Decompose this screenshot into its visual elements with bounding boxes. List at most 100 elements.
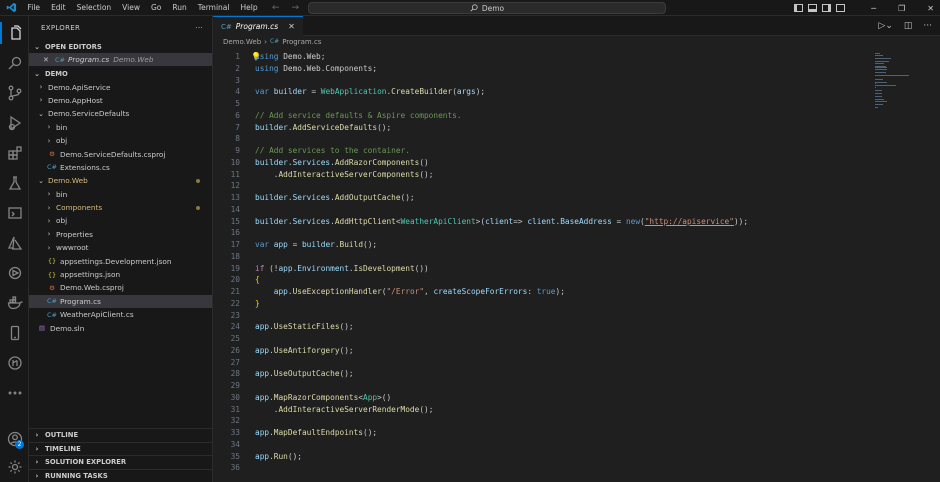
code-token: Demo.Web bbox=[283, 52, 321, 61]
folder-item[interactable]: › bin bbox=[29, 188, 212, 201]
toggle-primary-sidebar-icon[interactable] bbox=[794, 4, 803, 12]
chevron-down-icon: ⌄ bbox=[38, 109, 44, 118]
code-token: ()) bbox=[414, 263, 429, 273]
file-item[interactable]: C# Extensions.cs bbox=[29, 161, 212, 174]
mobile-device-icon[interactable] bbox=[0, 322, 29, 344]
search-icon[interactable] bbox=[0, 52, 29, 74]
folder-item[interactable]: › obj bbox=[29, 214, 212, 227]
breadcrumb: Demo.Web › C# Program.cs bbox=[213, 36, 940, 47]
line-content: builder.AddServiceDefaults(); bbox=[240, 122, 391, 134]
file-item[interactable]: ⚙ Demo.ServiceDefaults.csproj bbox=[29, 147, 212, 160]
forward-arrow-icon[interactable]: → bbox=[292, 3, 300, 13]
run-debug-dropdown-icon[interactable]: ▷⌄ bbox=[878, 21, 892, 31]
project-file-icon: ⚙ bbox=[49, 283, 55, 292]
extensions-icon[interactable] bbox=[0, 142, 29, 164]
breadcrumb-item[interactable]: Program.cs bbox=[282, 38, 321, 46]
line-number: 21 bbox=[230, 287, 240, 296]
file-item[interactable]: ⚙ Demo.Web.csproj bbox=[29, 281, 212, 294]
code-token: = bbox=[306, 87, 321, 97]
open-editors-header[interactable]: ⌄ OPEN EDITORS bbox=[29, 40, 212, 53]
menu-go[interactable]: Go bbox=[145, 0, 166, 16]
file-item[interactable]: {} appsettings.Development.json bbox=[29, 254, 212, 267]
code-editor[interactable]: 1 using Demo.Web; 2 using Demo.Web.Componen… bbox=[213, 51, 873, 474]
code-token: } bbox=[255, 298, 260, 308]
source-control-icon[interactable] bbox=[0, 82, 29, 104]
close-tab-icon[interactable]: ✕ bbox=[288, 22, 295, 31]
menu-help[interactable]: Help bbox=[235, 0, 263, 16]
explorer-icon[interactable] bbox=[0, 22, 29, 44]
more-actions-icon[interactable]: ··· bbox=[195, 24, 203, 32]
folder-item[interactable]: ⌄ Demo.ServiceDefaults bbox=[29, 107, 212, 120]
folder-item[interactable]: › Properties bbox=[29, 228, 212, 241]
folder-item[interactable]: › wwwroot bbox=[29, 241, 212, 254]
menu-terminal[interactable]: Terminal bbox=[192, 0, 235, 16]
folder-item[interactable]: › Demo.ApiService bbox=[29, 80, 212, 93]
menu-file[interactable]: File bbox=[22, 0, 46, 16]
line-content: .AddInteractiveServerComponents(); bbox=[240, 169, 434, 181]
restore-icon[interactable]: ❐ bbox=[898, 4, 905, 13]
command-center[interactable]: Demo bbox=[308, 2, 666, 14]
docker-icon[interactable] bbox=[0, 292, 29, 314]
file-item[interactable]: C# WeatherApiClient.cs bbox=[29, 308, 212, 321]
code-line: 26 app.UseAntiforgery(); bbox=[213, 345, 873, 357]
minimap-line bbox=[875, 81, 887, 83]
manage-gear-icon[interactable] bbox=[0, 456, 29, 478]
folder-item[interactable]: ⌄ Demo.Web bbox=[29, 174, 212, 187]
section-running-tasks[interactable]: › RUNNING TASKS bbox=[29, 468, 213, 482]
search-icon bbox=[470, 4, 478, 12]
close-window-icon[interactable]: ✕ bbox=[927, 4, 934, 13]
line-number: 16 bbox=[230, 228, 240, 238]
more-editor-actions-icon[interactable]: ··· bbox=[923, 21, 932, 31]
menu-view[interactable]: View bbox=[117, 0, 146, 16]
git-graph-icon[interactable] bbox=[0, 352, 29, 374]
close-icon[interactable]: ✕ bbox=[43, 56, 53, 64]
customize-layout-icon[interactable] bbox=[836, 4, 845, 12]
file-item[interactable]: C# Program.cs bbox=[29, 294, 212, 309]
testing-icon[interactable] bbox=[0, 172, 29, 194]
split-editor-icon[interactable]: ◫ bbox=[904, 21, 913, 31]
folder-item[interactable]: › obj bbox=[29, 134, 212, 147]
section-timeline[interactable]: › TIMELINE bbox=[29, 441, 213, 456]
toggle-panel-icon[interactable] bbox=[808, 4, 817, 12]
minimap[interactable] bbox=[873, 51, 933, 111]
github-actions-icon[interactable] bbox=[0, 262, 29, 284]
run-and-debug-icon[interactable] bbox=[0, 112, 29, 134]
code-token: AddServiceDefaults bbox=[292, 122, 378, 132]
remote-explorer-icon[interactable] bbox=[0, 202, 29, 224]
workspace-header[interactable]: ⌄ DEMO bbox=[29, 67, 212, 80]
json-file-icon: {} bbox=[47, 257, 57, 266]
folder-item[interactable]: › Demo.AppHost bbox=[29, 94, 212, 107]
file-item[interactable]: ▤ Demo.sln bbox=[29, 321, 212, 334]
menu-run[interactable]: Run bbox=[167, 0, 192, 16]
line-number: 23 bbox=[230, 310, 240, 320]
lightbulb-icon[interactable]: 💡 bbox=[251, 52, 261, 61]
breadcrumb-item[interactable]: Demo.Web bbox=[223, 38, 261, 46]
toggle-secondary-sidebar-icon[interactable] bbox=[822, 4, 831, 12]
file-item[interactable]: {} appsettings.json bbox=[29, 268, 212, 281]
line-number: 9 bbox=[235, 146, 240, 155]
editor-tab[interactable]: C# Program.cs ✕ bbox=[213, 16, 303, 36]
code-line: 18 bbox=[213, 251, 873, 263]
section-outline[interactable]: › OUTLINE bbox=[29, 428, 213, 442]
menu-selection[interactable]: Selection bbox=[71, 0, 117, 16]
tree-item-label: Demo.Web.csproj bbox=[60, 283, 124, 293]
nav-arrows: ← → bbox=[272, 0, 299, 16]
code-line: 35 app.Run(); bbox=[213, 451, 873, 463]
line-number: 3 bbox=[235, 75, 240, 85]
menu-edit[interactable]: Edit bbox=[46, 0, 72, 16]
azure-icon[interactable] bbox=[0, 232, 29, 254]
folder-item[interactable]: › Components bbox=[29, 201, 212, 214]
section-solution-explorer[interactable]: › SOLUTION EXPLORER bbox=[29, 455, 213, 469]
more-views-icon[interactable] bbox=[0, 382, 29, 404]
accounts-icon[interactable]: 2 bbox=[0, 428, 29, 450]
back-arrow-icon[interactable]: ← bbox=[272, 3, 280, 13]
minimize-icon[interactable]: ─ bbox=[871, 4, 876, 13]
code-line: 28 app.UseOutputCache(); bbox=[213, 368, 873, 380]
accounts-badge: 2 bbox=[15, 440, 24, 449]
open-editor-item[interactable]: ✕ C# Program.cs Demo.Web bbox=[29, 53, 212, 67]
line-content bbox=[240, 251, 255, 263]
line-content: app.UseOutputCache(); bbox=[240, 368, 354, 380]
code-token: app bbox=[255, 392, 270, 402]
code-token: => bbox=[513, 216, 528, 226]
folder-item[interactable]: › bin bbox=[29, 121, 212, 134]
